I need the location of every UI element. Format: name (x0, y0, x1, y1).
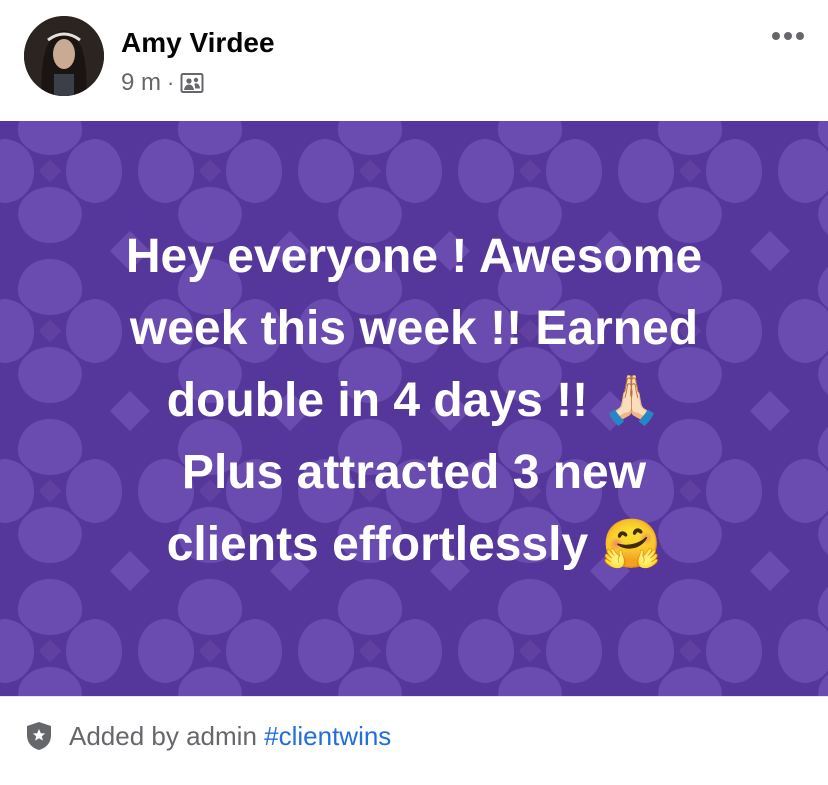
avatar-photo (24, 16, 104, 96)
author-name[interactable]: Amy Virdee (121, 26, 275, 60)
author-avatar[interactable] (24, 16, 104, 96)
footer-note: Added by admin #clientwins (69, 719, 391, 753)
post-text: Hey everyone ! Awesome week this week !!… (125, 230, 703, 571)
meta-separator: · (167, 70, 175, 95)
post-time[interactable]: 9 m (121, 68, 161, 98)
post-header: Amy Virdee 9 m · (0, 0, 828, 121)
post-footer: Added by admin #clientwins (0, 696, 828, 785)
admin-shield-icon (27, 722, 51, 750)
more-dots-icon (772, 32, 804, 40)
post-options-button[interactable] (770, 24, 806, 48)
post-meta: 9 m · (121, 68, 204, 98)
group-photo-icon (180, 73, 204, 93)
hashtag-link[interactable]: #clientwins (264, 721, 391, 751)
post-background: Hey everyone ! Awesome week this week !!… (0, 121, 828, 696)
added-by-label: Added by admin (69, 721, 257, 751)
